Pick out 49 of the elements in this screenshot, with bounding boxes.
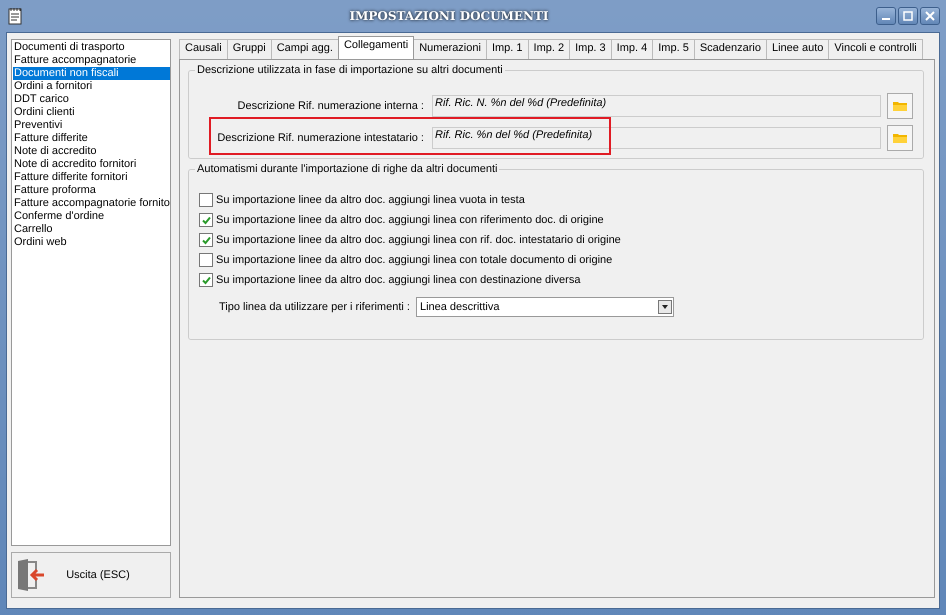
settings-tab[interactable]: Collegamenti: [338, 36, 414, 59]
description-field[interactable]: Rif. Ric. N. %n del %d (Predefinita): [432, 95, 881, 117]
settings-tab[interactable]: Causali: [179, 39, 228, 59]
line-type-dropdown[interactable]: Linea descrittiva: [416, 297, 674, 317]
minimize-icon: [882, 18, 890, 20]
description-field[interactable]: Rif. Ric. %n del %d (Predefinita): [432, 127, 881, 149]
checkbox[interactable]: [199, 253, 213, 267]
notepad-icon: [8, 7, 22, 25]
document-type-item[interactable]: DDT carico: [13, 93, 170, 106]
option-label: Su importazione linee da altro doc. aggiungi linea con rif. doc. intestatario di origine: [216, 234, 621, 246]
document-type-item[interactable]: Documenti di trasporto: [13, 41, 170, 54]
maximize-icon: [903, 11, 913, 21]
minimize-button[interactable]: [876, 7, 896, 25]
document-type-item[interactable]: Carrello: [13, 223, 170, 236]
window-title: IMPOSTAZIONI DOCUMENTI: [348, 9, 550, 23]
option-label: Su importazione linee da altro doc. aggiungi linea vuota in testa: [216, 194, 525, 206]
group-title: Descrizione utilizzata in fase di importazione su altri documenti: [196, 64, 504, 76]
document-type-item[interactable]: Note di accredito fornitori: [13, 158, 170, 171]
checkbox[interactable]: [199, 213, 213, 227]
document-type-item[interactable]: Preventivi: [13, 119, 170, 132]
document-type-item[interactable]: Fatture accompagnatorie fornito: [13, 197, 170, 210]
folder-icon: [892, 100, 908, 112]
document-type-item[interactable]: Fatture differite: [13, 132, 170, 145]
document-type-item[interactable]: Fatture proforma: [13, 184, 170, 197]
checkbox[interactable]: [199, 233, 213, 247]
close-icon: [925, 11, 935, 21]
field-label: Descrizione Rif. numerazione intestatario :: [216, 132, 425, 144]
checkbox[interactable]: [199, 193, 213, 207]
document-type-item[interactable]: Ordini clienti: [13, 106, 170, 119]
document-type-item[interactable]: Documenti non fiscali: [13, 67, 170, 80]
exit-door-icon: [16, 558, 46, 592]
document-type-item[interactable]: Fatture differite fornitori: [13, 171, 170, 184]
option-label: Su importazione linee da altro doc. aggiungi linea con destinazione diversa: [216, 274, 580, 286]
document-type-item[interactable]: Ordini a fornitori: [13, 80, 170, 93]
group-title: Automatismi durante l'importazione di righe da altri documenti: [196, 163, 498, 175]
field-label: Descrizione Rif. numerazione interna :: [236, 100, 425, 112]
checkbox[interactable]: [199, 273, 213, 287]
document-type-item[interactable]: Conferme d'ordine: [13, 210, 170, 223]
close-button[interactable]: [920, 7, 940, 25]
document-type-item[interactable]: Fatture accompagnatorie: [13, 54, 170, 67]
field-label: Tipo linea da utilizzare per i riferimenti :: [219, 301, 411, 313]
maximize-button[interactable]: [898, 7, 918, 25]
document-type-item[interactable]: Note di accredito: [13, 145, 170, 158]
folder-icon: [892, 132, 908, 144]
exit-button[interactable]: Uscita (ESC): [11, 552, 171, 598]
document-type-item[interactable]: Ordini web: [13, 236, 170, 249]
option-label: Su importazione linee da altro doc. aggiungi linea con totale documento di origine: [216, 254, 612, 266]
option-label: Su importazione linee da altro doc. aggiungi linea con riferimento doc. di origine: [216, 214, 604, 226]
settings-tab[interactable]: Vincoli e controlli: [828, 39, 923, 59]
